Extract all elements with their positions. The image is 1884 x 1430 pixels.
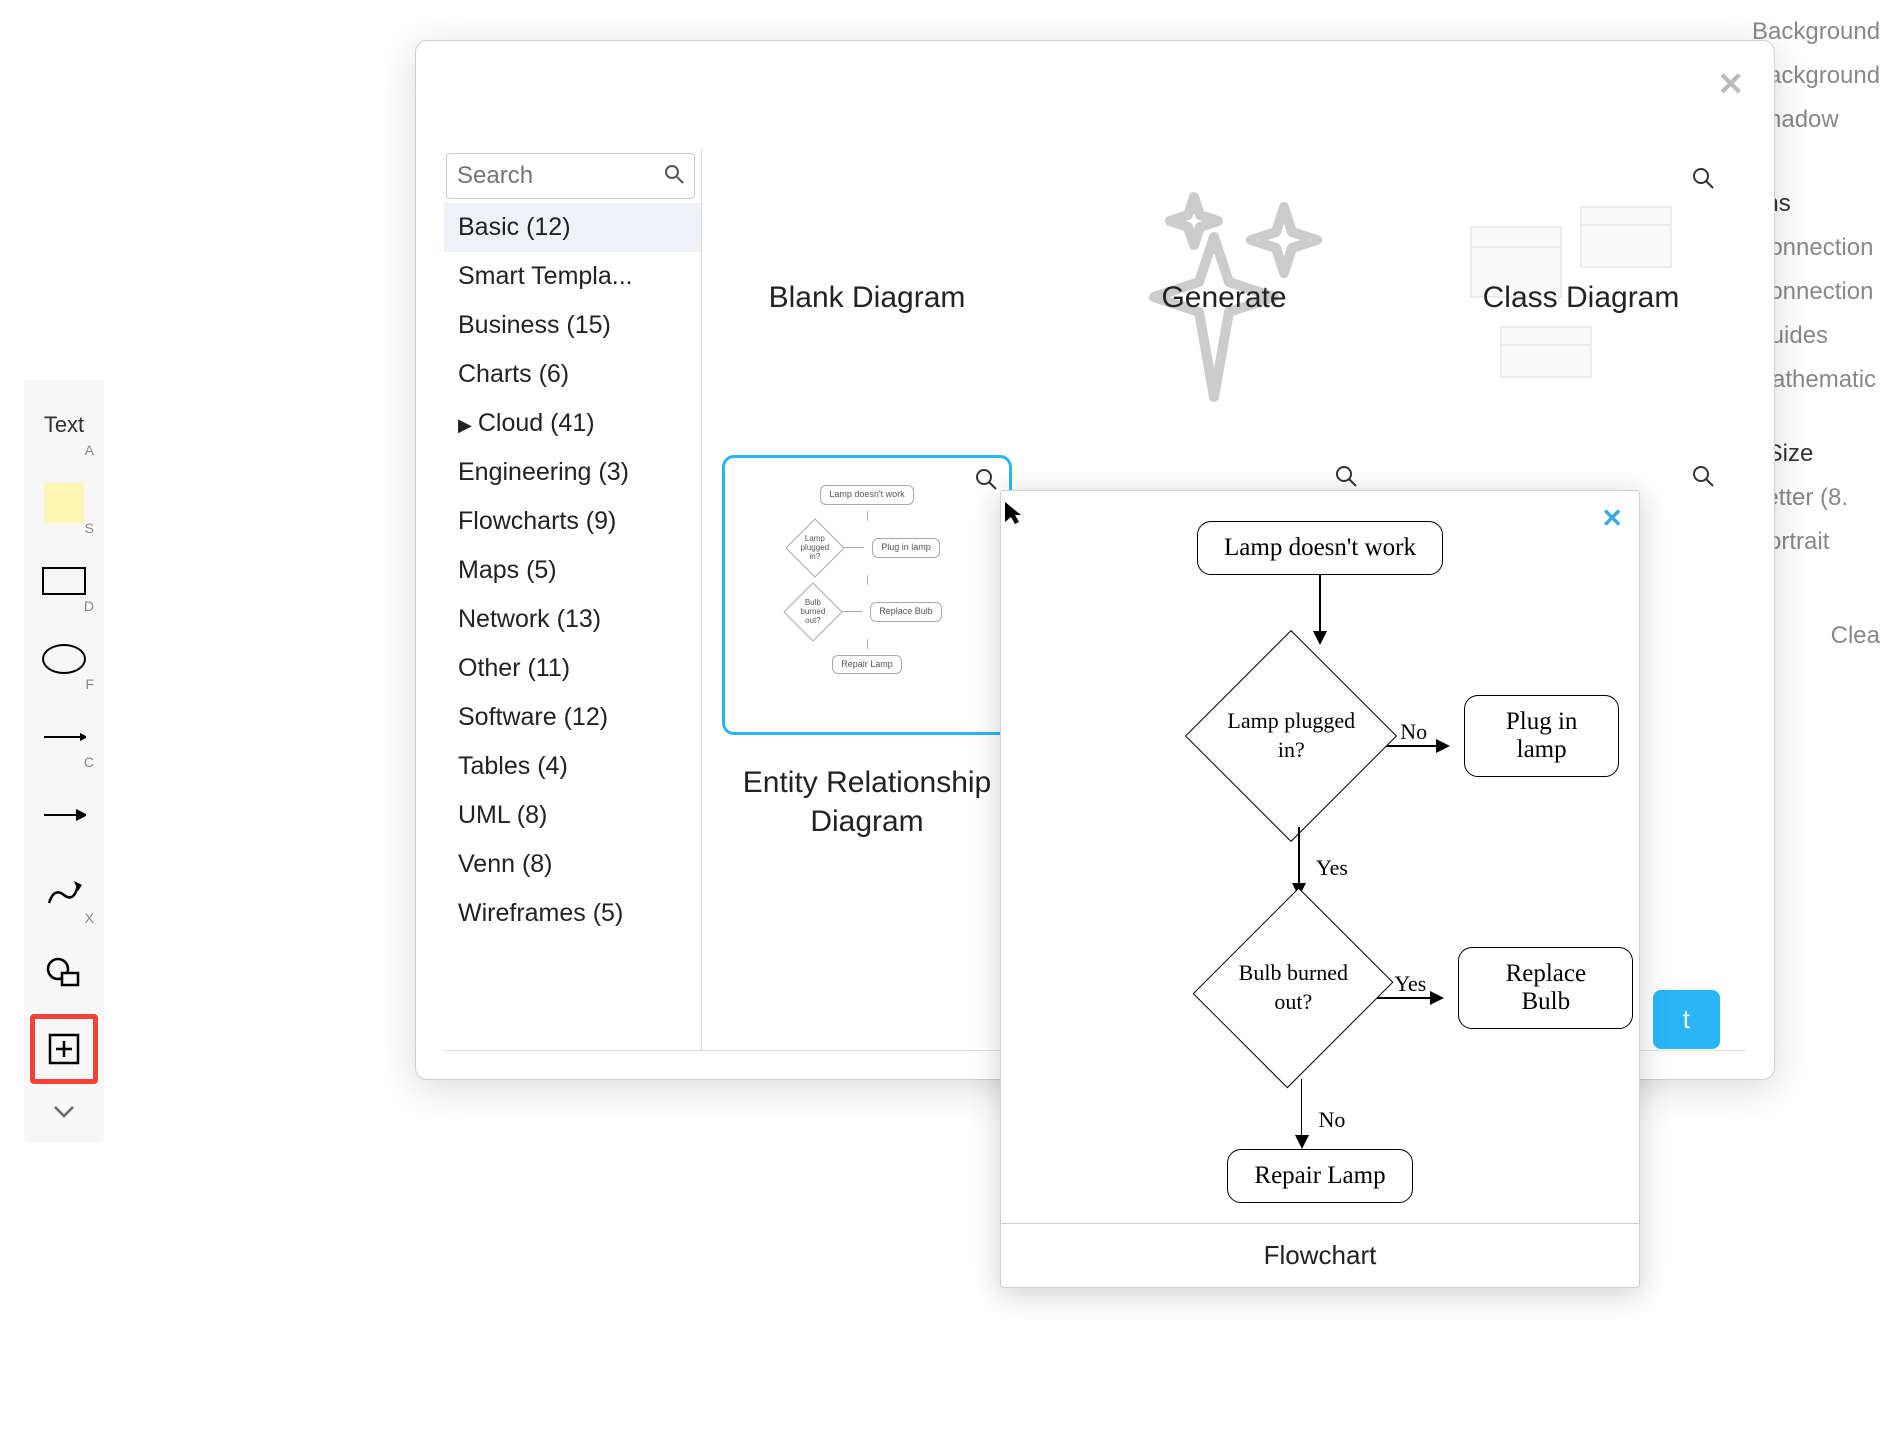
line-tool[interactable]: C: [30, 702, 98, 772]
template-label: Blank Diagram: [769, 278, 966, 317]
pencil-icon: [44, 877, 84, 909]
text-tool-label: Text: [44, 412, 84, 438]
category-item-wireframes[interactable]: Wireframes (5): [444, 889, 701, 938]
category-item-maps[interactable]: Maps (5): [444, 546, 701, 595]
template-class-diagram[interactable]: Class Diagram: [1436, 157, 1726, 437]
template-flowchart[interactable]: Lamp doesn't work Lamp plugged in? Plug …: [722, 455, 1012, 735]
category-item-uml[interactable]: UML (8): [444, 791, 701, 840]
category-item-smart-templates[interactable]: Smart Templa...: [444, 252, 701, 301]
zoom-icon[interactable]: [975, 468, 997, 498]
ellipse-icon: [42, 644, 86, 674]
shortcut-key: A: [85, 442, 94, 458]
arrow-tool[interactable]: [30, 780, 98, 850]
arrow-down-icon: [1295, 1079, 1309, 1149]
toolbar-expand[interactable]: [30, 1092, 98, 1132]
category-item-charts[interactable]: Charts (6): [444, 350, 701, 399]
category-label: Cloud (41): [478, 409, 595, 437]
category-item-venn[interactable]: Venn (8): [444, 840, 701, 889]
category-item-engineering[interactable]: Engineering (3): [444, 448, 701, 497]
category-item-basic[interactable]: Basic (12): [444, 203, 701, 252]
shortcut-key: X: [85, 910, 94, 926]
preview-title: Flowchart: [1001, 1223, 1639, 1287]
template-label: Generate: [1161, 278, 1286, 317]
shortcut-key: S: [85, 520, 94, 536]
template-label: Entity Relationship Diagram: [722, 763, 1012, 841]
thumb-node: Bulb burned out?: [793, 598, 833, 624]
shape-toolbar: Text A S D F C X: [24, 380, 104, 1142]
category-item-flowcharts[interactable]: Flowcharts (9): [444, 497, 701, 546]
text-tool[interactable]: Text A: [30, 390, 98, 460]
arrow-down-icon: [1313, 575, 1327, 645]
arrow-down-icon: [1292, 827, 1306, 897]
template-blank-diagram[interactable]: Blank Diagram: [722, 157, 1012, 437]
flow-node-decision: Lamp plugged in?: [1185, 630, 1397, 842]
shape-tool[interactable]: [30, 936, 98, 1006]
preview-body: Lamp doesn't work Lamp plugged in? No Pl…: [1001, 491, 1639, 1223]
close-icon[interactable]: ✕: [1601, 503, 1623, 534]
insert-template-tool[interactable]: [30, 1014, 98, 1084]
thumb-node: Lamp plugged in?: [795, 534, 835, 560]
thumb-node: Repair Lamp: [832, 655, 902, 675]
category-list[interactable]: Basic (12) Smart Templa... Business (15)…: [444, 203, 701, 1050]
shortcut-key: D: [84, 598, 94, 614]
template-generate[interactable]: Generate: [1079, 157, 1369, 437]
flow-node-decision: Bulb burned out?: [1193, 888, 1394, 1089]
category-item-software[interactable]: Software (12): [444, 693, 701, 742]
template-preview-tooltip: ✕ Lamp doesn't work Lamp plugged in? No …: [1000, 490, 1640, 1288]
template-erd[interactable]: Entity Relationship Diagram: [722, 753, 1012, 873]
edge-label: No: [1319, 1107, 1346, 1133]
freehand-tool[interactable]: X: [30, 858, 98, 928]
arrow-icon: [42, 805, 86, 825]
flow-node-action: Replace Bulb: [1458, 947, 1633, 1029]
shortcut-key: C: [84, 754, 94, 770]
search-field-wrap[interactable]: [446, 153, 695, 199]
insert-button[interactable]: t: [1653, 990, 1720, 1049]
edge-label: Yes: [1316, 855, 1348, 881]
rectangle-icon: [42, 567, 86, 595]
thumb-node: Plug in lamp: [872, 538, 940, 558]
flow-node-start: Lamp doesn't work: [1197, 521, 1443, 575]
template-label: Class Diagram: [1483, 278, 1680, 317]
shortcut-key: F: [85, 676, 94, 692]
flowchart-thumb: Lamp doesn't work Lamp plugged in? Plug …: [757, 485, 977, 705]
search-input[interactable]: [457, 162, 664, 190]
category-item-tables[interactable]: Tables (4): [444, 742, 701, 791]
zoom-icon[interactable]: [1692, 167, 1714, 197]
arrow-right-icon: [1374, 991, 1444, 1005]
sticky-note-icon: [44, 483, 84, 523]
shapes-icon: [44, 955, 84, 987]
expand-triangle-icon: ▶: [458, 415, 472, 435]
zoom-icon[interactable]: [1692, 465, 1714, 495]
rectangle-tool[interactable]: D: [30, 546, 98, 616]
category-item-business[interactable]: Business (15): [444, 301, 701, 350]
category-item-other[interactable]: Other (11): [444, 644, 701, 693]
chevron-down-icon: [53, 1105, 75, 1119]
category-sidebar: Basic (12) Smart Templa... Business (15)…: [444, 149, 702, 1050]
thumb-node: Replace Bulb: [870, 602, 942, 622]
category-item-network[interactable]: Network (13): [444, 595, 701, 644]
ellipse-tool[interactable]: F: [30, 624, 98, 694]
sticky-note-tool[interactable]: S: [30, 468, 98, 538]
close-icon[interactable]: ✕: [1717, 65, 1744, 103]
line-icon: [42, 727, 86, 747]
plus-box-icon: [46, 1031, 82, 1067]
flow-node-end: Repair Lamp: [1227, 1149, 1412, 1203]
search-icon: [664, 164, 684, 189]
flow-node-action: Plug in lamp: [1464, 695, 1619, 777]
category-item-cloud[interactable]: ▶ Cloud (41): [444, 399, 701, 448]
thumb-node: Lamp doesn't work: [820, 485, 913, 505]
